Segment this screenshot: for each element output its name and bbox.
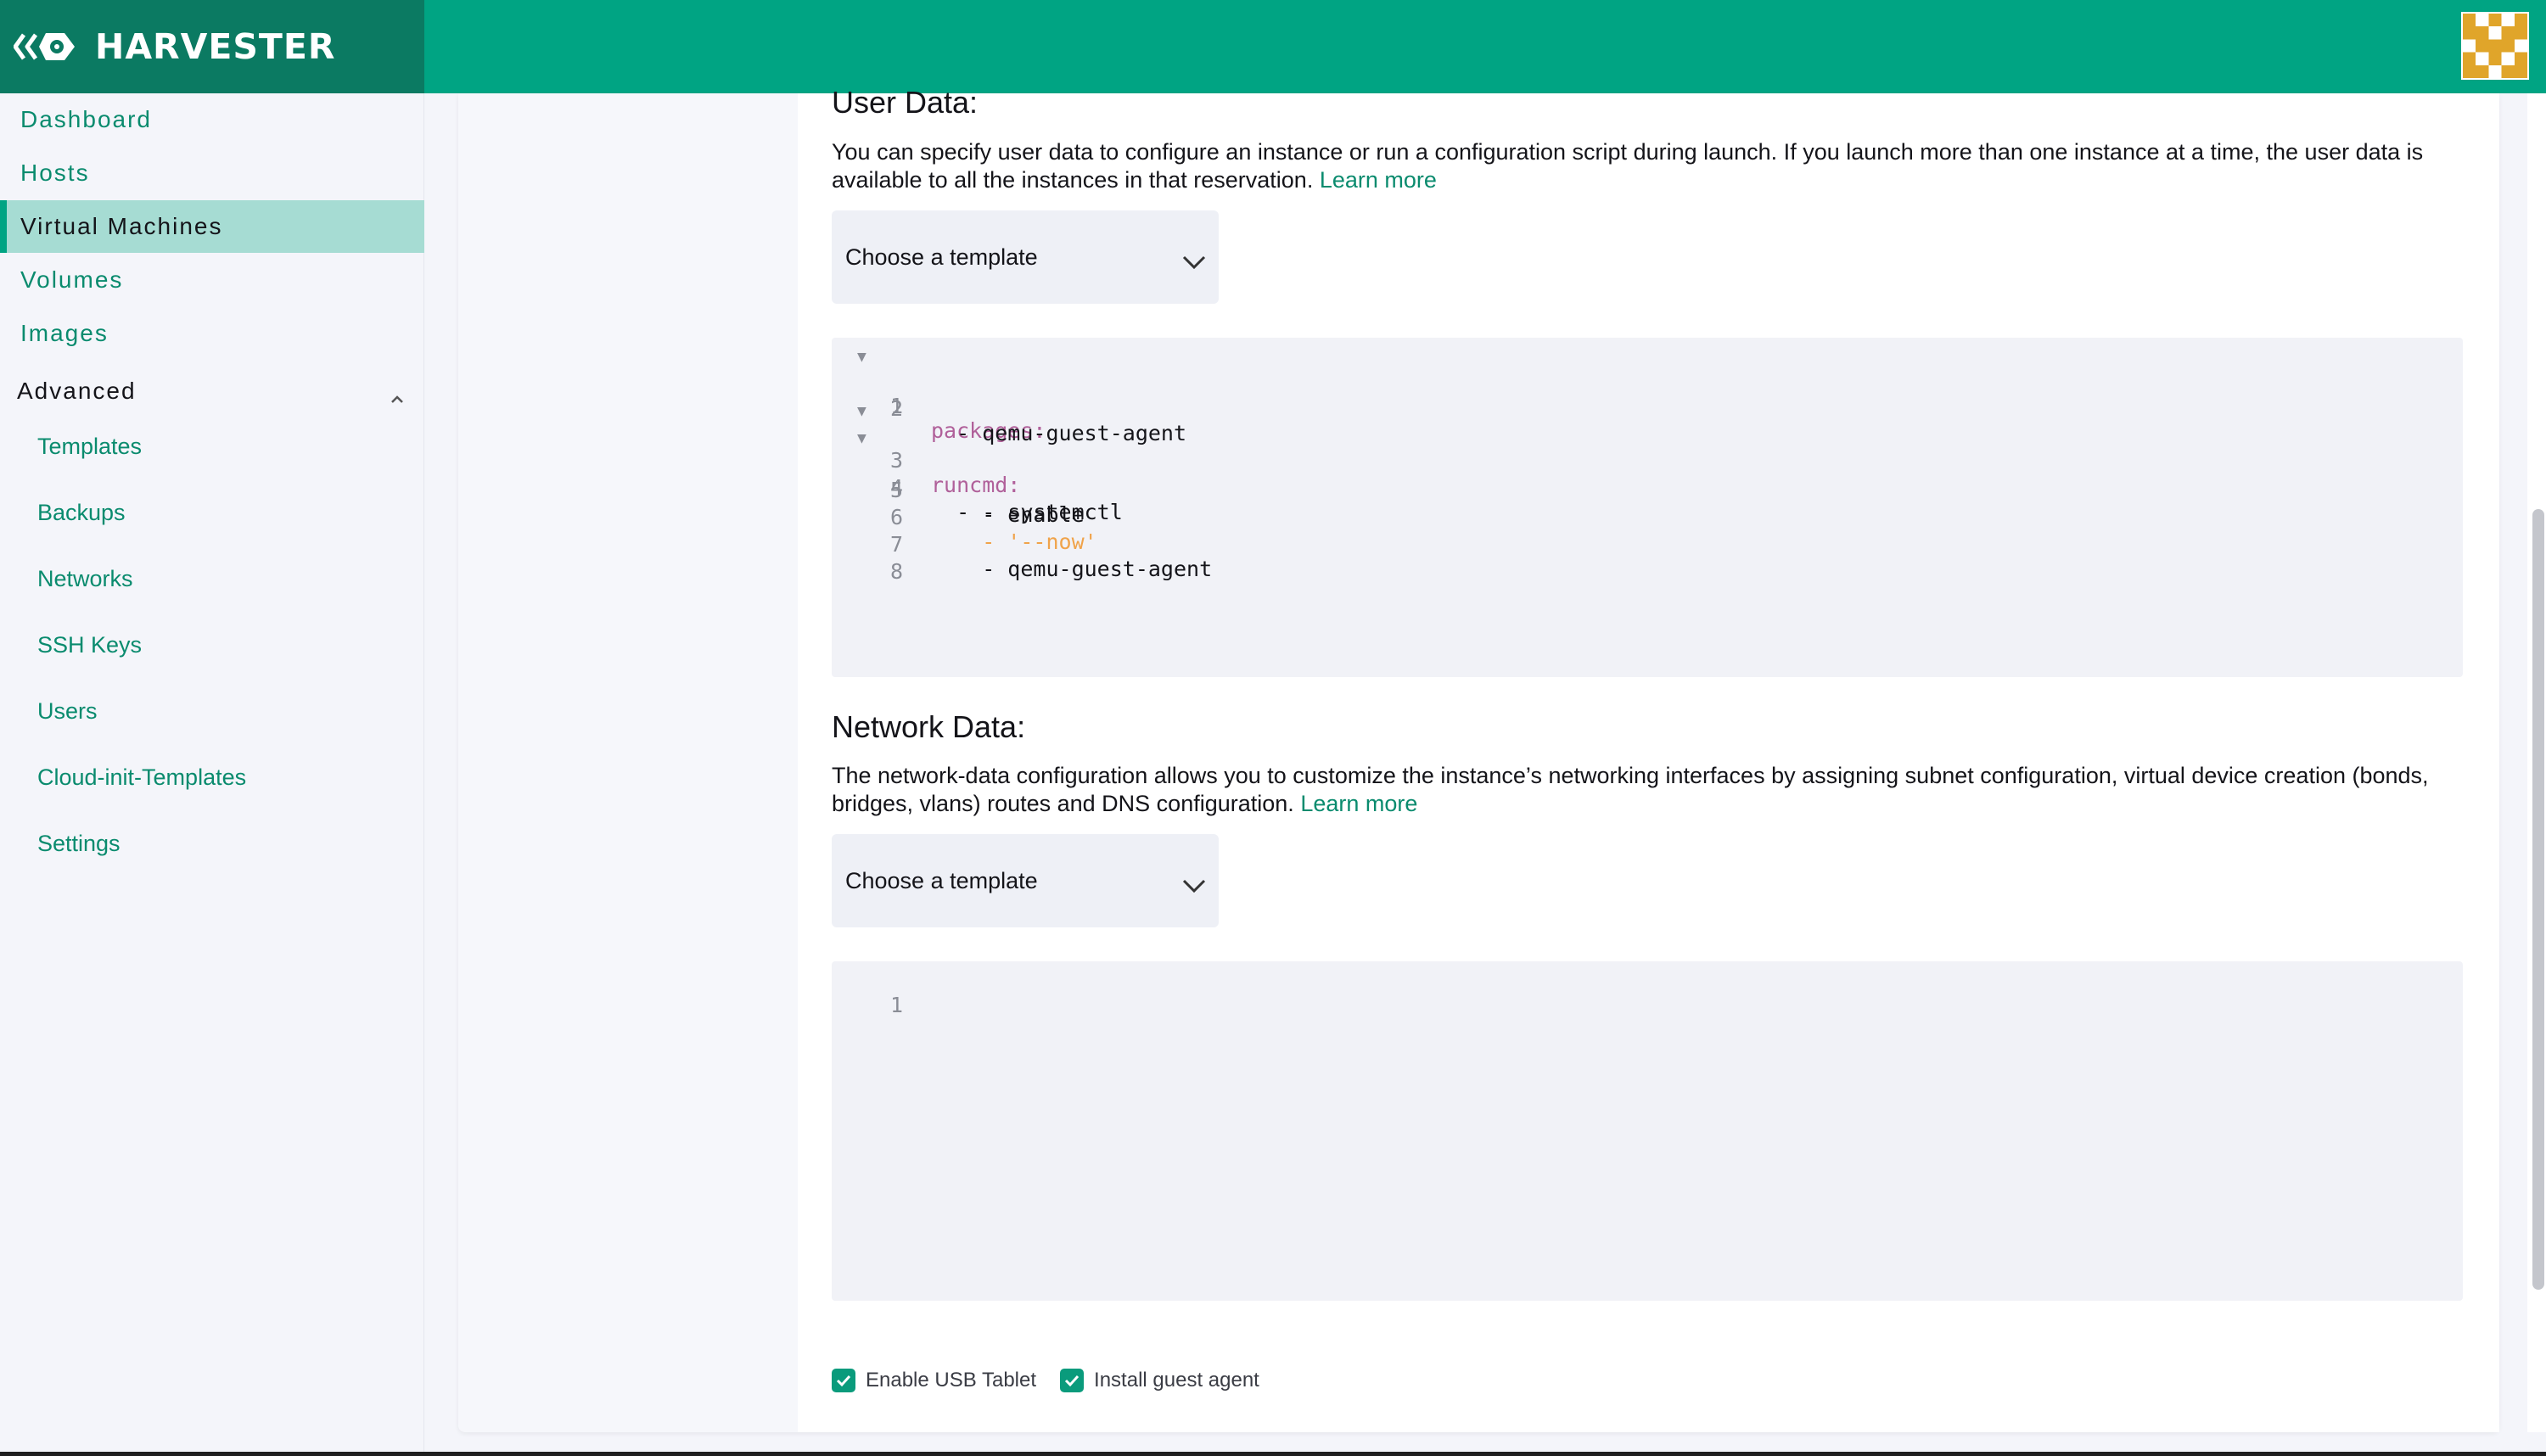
scrollbar-thumb[interactable] [2532, 509, 2544, 1290]
user-avatar[interactable] [2461, 12, 2529, 80]
chevron-down-icon [1181, 249, 1207, 270]
sidebar-item-backups[interactable]: Backups [0, 489, 424, 536]
sidebar-item-volumes[interactable]: Volumes [0, 254, 424, 306]
top-header: HARVESTER [0, 0, 2546, 93]
line-number: 8 [889, 559, 903, 584]
sidebar: Dashboard Hosts Virtual Machines Volumes… [0, 93, 424, 1456]
chevron-down-icon [1181, 873, 1207, 893]
sidebar-item-networks[interactable]: Networks [0, 555, 424, 602]
window-bottom-edge [0, 1452, 2546, 1456]
user-data-title: User Data: [832, 85, 979, 120]
sidebar-item-label: Virtual Machines [20, 213, 223, 239]
checkbox-checked-icon[interactable] [1060, 1369, 1085, 1392]
sidebar-item-label: SSH Keys [37, 631, 143, 658]
harvester-logo-icon [14, 30, 76, 64]
sidebar-item-label: Settings [37, 830, 121, 856]
network-data-code-editor[interactable]: 1 [832, 961, 2463, 1301]
sidebar-item-label: Cloud-init-Templates [37, 764, 247, 790]
sidebar-item-label: Images [20, 320, 109, 346]
sidebar-group-label: Advanced [17, 378, 137, 404]
user-data-code-editor[interactable]: ▼ 1 packages: 2 - qemu-guest-agent ▼ 3 r… [832, 338, 2463, 677]
network-data-template-select[interactable]: Choose a template [832, 834, 1219, 927]
network-data-learn-more-link[interactable]: Learn more [1300, 791, 1417, 816]
sidebar-item-label: Dashboard [20, 106, 152, 132]
sidebar-item-label: Volumes [20, 266, 124, 293]
fold-arrow-icon[interactable]: ▼ [857, 348, 866, 366]
sidebar-item-settings[interactable]: Settings [0, 820, 424, 867]
vm-options: Enable USB Tablet Install guest agent [832, 1368, 1283, 1393]
sidebar-item-cloud-init-templates[interactable]: Cloud-init-Templates [0, 753, 424, 801]
sidebar-item-label: Networks [37, 565, 133, 591]
code-line: 7 - qemu-guest-agent [832, 507, 2463, 581]
code-line: 6 - '--now' [832, 480, 2463, 554]
user-data-description-text: You can specify user data to configure a… [832, 139, 2424, 193]
install-guest-agent-checkbox[interactable]: Install guest agent [1060, 1369, 1259, 1392]
sidebar-group-advanced[interactable]: Advanced [0, 366, 424, 417]
code-line: ▼ 3 runcmd: [832, 399, 2463, 497]
user-data-select-value: Choose a template [845, 244, 1038, 270]
code-line: ▼ 1 packages: [832, 344, 2463, 443]
enable-usb-tablet-checkbox[interactable]: Enable USB Tablet [832, 1369, 1036, 1392]
sidebar-item-label: Templates [37, 433, 143, 459]
checkbox-checked-icon[interactable] [832, 1369, 855, 1392]
fold-arrow-icon[interactable]: ▼ [857, 402, 866, 420]
network-data-description-text: The network-data configuration allows yo… [832, 763, 2429, 816]
code-line: 8 [832, 535, 2463, 584]
sidebar-item-label: Backups [37, 499, 126, 525]
sidebar-item-templates[interactable]: Templates [0, 423, 424, 470]
line-number: 1 [889, 993, 903, 1017]
app-name: HARVESTER [95, 26, 336, 67]
checkbox-label: Enable USB Tablet [866, 1369, 1037, 1392]
sidebar-item-dashboard[interactable]: Dashboard [0, 93, 424, 146]
network-data-description: The network-data configuration allows yo… [832, 762, 2461, 818]
code-line: 2 - qemu-guest-agent [832, 372, 2463, 445]
chevron-up-icon [389, 384, 406, 403]
network-data-title: Network Data: [832, 709, 1026, 744]
brand[interactable]: HARVESTER [0, 0, 424, 93]
code-line: ▼ 4 - - systemctl [832, 426, 2463, 524]
sidebar-item-virtual-machines[interactable]: Virtual Machines [0, 200, 424, 253]
sidebar-item-hosts[interactable]: Hosts [0, 147, 424, 199]
fold-arrow-icon[interactable]: ▼ [857, 429, 866, 447]
sidebar-item-users[interactable]: Users [0, 687, 424, 735]
sidebar-item-label: Users [37, 697, 98, 724]
code-line: 5 - enable [832, 453, 2463, 527]
code-line: 1 [832, 968, 2463, 1017]
user-data-template-select[interactable]: Choose a template [832, 210, 1219, 304]
checkbox-label: Install guest agent [1094, 1369, 1259, 1392]
user-data-learn-more-link[interactable]: Learn more [1320, 167, 1437, 193]
network-data-select-value: Choose a template [845, 867, 1038, 893]
sidebar-item-ssh-keys[interactable]: SSH Keys [0, 621, 424, 669]
sidebar-item-images[interactable]: Images [0, 307, 424, 360]
sidebar-item-label: Hosts [20, 160, 90, 186]
user-data-description: You can specify user data to configure a… [832, 138, 2461, 194]
